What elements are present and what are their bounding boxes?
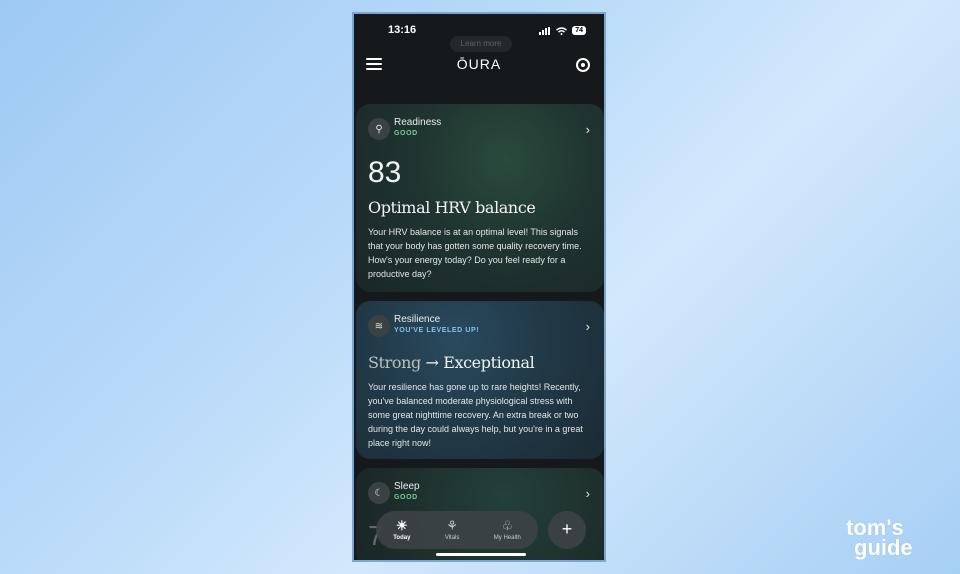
- wifi-icon: [556, 26, 568, 35]
- sleep-title: Sleep: [394, 481, 420, 492]
- top-nav: ŌURA: [354, 54, 604, 80]
- resilience-from: Strong: [368, 353, 421, 372]
- status-icons: 74: [539, 26, 586, 35]
- signal-icon: [539, 26, 551, 35]
- readiness-status: GOOD: [394, 130, 418, 137]
- resilience-waves-icon: ≋: [368, 315, 390, 337]
- home-indicator[interactable]: [436, 553, 526, 556]
- readiness-headline: Optimal HRV balance: [368, 198, 536, 217]
- readiness-card[interactable]: ⚲ Readiness GOOD › 83 Optimal HRV balanc…: [356, 104, 604, 292]
- readiness-body: Your HRV balance is at an optimal level!…: [368, 227, 582, 279]
- tab-today[interactable]: ☀ Today: [393, 518, 411, 542]
- status-time: 13:16: [388, 24, 417, 36]
- tab-today-label: Today: [393, 535, 411, 541]
- readiness-header: ⚲ Readiness GOOD ›: [368, 116, 592, 142]
- watermark-line2: guide: [854, 535, 913, 560]
- moon-icon: ☾: [368, 482, 390, 504]
- readiness-score: 83: [368, 156, 402, 189]
- sleep-status: GOOD: [394, 494, 418, 501]
- tab-vitals[interactable]: ⚘ Vitals: [444, 518, 460, 542]
- learn-more-pill[interactable]: Learn more: [450, 36, 512, 52]
- resilience-to: Exceptional: [443, 353, 535, 372]
- tab-my-health-label: My Health: [493, 535, 521, 541]
- sleep-header: ☾ Sleep GOOD ›: [368, 480, 592, 506]
- toms-guide-watermark: tom's guide: [846, 517, 913, 560]
- sprout-icon: ⚘: [446, 518, 458, 533]
- resilience-status: YOU'VE LEVELED UP!: [394, 327, 480, 334]
- resilience-body: Your resilience has gone up to rare heig…: [368, 382, 583, 448]
- sun-icon: ☀: [395, 518, 408, 533]
- battery-icon: 74: [572, 26, 586, 35]
- resilience-header: ≋ Resilience YOU'VE LEVELED UP! ›: [368, 313, 592, 339]
- chevron-right-icon[interactable]: ›: [586, 486, 590, 501]
- bottom-tab-bar: ☀ Today ⚘ Vitals ♧ My Health: [376, 511, 538, 549]
- add-button[interactable]: +: [548, 511, 586, 549]
- tab-my-health[interactable]: ♧ My Health: [493, 518, 521, 542]
- oura-logo: ŌURA: [456, 56, 502, 72]
- phone-screen: 13:16 74 Learn more ŌURA ⚲ Readiness GOO…: [352, 12, 606, 562]
- readiness-sprout-icon: ⚲: [368, 118, 390, 140]
- resilience-headline: Strong → Exceptional: [368, 353, 592, 372]
- tree-icon: ♧: [501, 518, 514, 533]
- chevron-right-icon[interactable]: ›: [586, 319, 590, 334]
- ring-target-icon[interactable]: [576, 58, 590, 72]
- resilience-card[interactable]: ≋ Resilience YOU'VE LEVELED UP! › Strong…: [356, 301, 604, 459]
- chevron-right-icon[interactable]: ›: [586, 122, 590, 137]
- resilience-title: Resilience: [394, 314, 441, 325]
- tab-vitals-label: Vitals: [444, 535, 460, 541]
- readiness-title: Readiness: [394, 117, 442, 128]
- arrow-right-icon: →: [425, 353, 439, 372]
